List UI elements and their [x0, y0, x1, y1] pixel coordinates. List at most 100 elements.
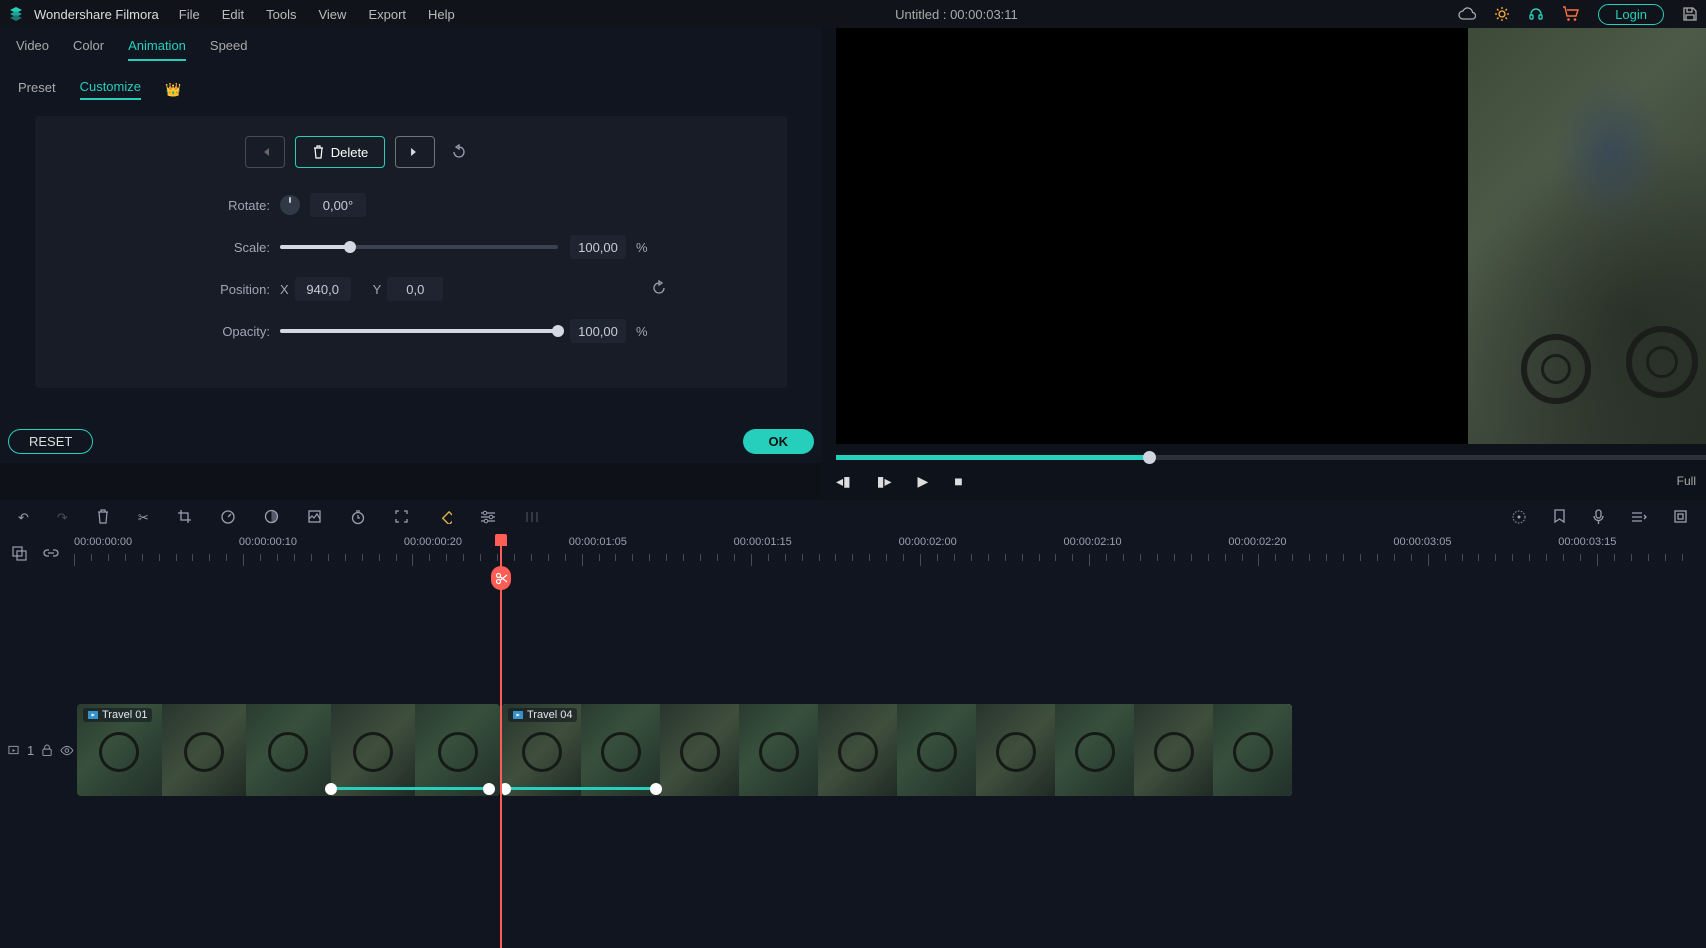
- delete-keyframe-button[interactable]: Delete: [295, 136, 385, 168]
- keyframe-dot[interactable]: [650, 783, 662, 795]
- preview-area: ◂▮ ▮▸ ▶ ■ Full: [822, 28, 1706, 500]
- cart-icon[interactable]: [1562, 6, 1580, 22]
- position-label: Position:: [55, 282, 280, 297]
- ruler-label: 00:00:00:00: [74, 536, 132, 548]
- crop-icon[interactable]: [177, 509, 192, 527]
- scale-value[interactable]: [570, 235, 626, 259]
- snap-icon[interactable]: [1673, 509, 1688, 527]
- timeline-body[interactable]: 1 Travel 01 Travel 04: [0, 590, 1706, 948]
- prev-keyframe-button[interactable]: [245, 136, 285, 168]
- menu-view[interactable]: View: [318, 7, 346, 22]
- reset-button[interactable]: RESET: [8, 429, 93, 454]
- reset-keyframe-icon[interactable]: [451, 144, 467, 160]
- menu-file[interactable]: File: [179, 7, 200, 22]
- scale-row: Scale: %: [55, 234, 767, 260]
- title-bar: Wondershare Filmora File Edit Tools View…: [0, 0, 1706, 28]
- next-frame-button[interactable]: ▮▸: [877, 473, 892, 490]
- opacity-slider[interactable]: [280, 329, 558, 333]
- ruler-label: 00:00:00:20: [404, 536, 462, 548]
- menu-help[interactable]: Help: [428, 7, 455, 22]
- brand-name: Wondershare Filmora: [34, 7, 159, 22]
- clip-travel-01[interactable]: Travel 01: [77, 704, 500, 796]
- tab-customize[interactable]: Customize: [80, 79, 141, 100]
- menu-tools[interactable]: Tools: [266, 7, 296, 22]
- undo-icon[interactable]: ↶: [18, 510, 29, 526]
- split-icon[interactable]: ✂: [138, 510, 149, 526]
- time-ruler[interactable]: 00:00:00:0000:00:00:1000:00:00:2000:00:0…: [74, 536, 1706, 590]
- ok-button[interactable]: OK: [743, 429, 815, 454]
- settings-sparkle-icon[interactable]: [1494, 6, 1510, 22]
- green-screen-icon[interactable]: [307, 509, 322, 527]
- adjust-icon[interactable]: [480, 510, 496, 527]
- save-icon[interactable]: [1682, 6, 1698, 22]
- playback-bar: ◂▮ ▮▸ ▶ ■ Full: [836, 468, 1696, 494]
- clip-label: Travel 01: [83, 708, 152, 722]
- preview-progress[interactable]: [836, 455, 1706, 460]
- tab-color[interactable]: Color: [73, 38, 104, 61]
- redo-icon[interactable]: ↷: [57, 510, 68, 526]
- play-button[interactable]: ▶: [917, 473, 928, 490]
- menu-export[interactable]: Export: [368, 7, 406, 22]
- tab-speed[interactable]: Speed: [210, 38, 248, 61]
- expand-icon[interactable]: [394, 509, 409, 527]
- rotate-dial[interactable]: [280, 195, 300, 215]
- ruler-label: 00:00:03:15: [1558, 536, 1616, 548]
- ruler-label: 00:00:02:10: [1064, 536, 1122, 548]
- duration-icon[interactable]: [350, 509, 366, 528]
- delete-icon[interactable]: [96, 509, 110, 527]
- rotate-value[interactable]: [310, 193, 366, 217]
- brand-logo: [8, 6, 24, 22]
- prev-frame-button[interactable]: ◂▮: [836, 473, 851, 490]
- speed-icon[interactable]: [220, 509, 236, 528]
- tab-video[interactable]: Video: [16, 38, 49, 61]
- playhead[interactable]: [500, 536, 502, 948]
- x-label: X: [280, 282, 289, 297]
- fullscreen-button[interactable]: Full: [1677, 474, 1696, 488]
- project-title: Untitled : 00:00:03:11: [465, 7, 1448, 22]
- link-icon[interactable]: [43, 546, 59, 563]
- track-options-icon[interactable]: [1631, 510, 1647, 527]
- opacity-label: Opacity:: [55, 324, 280, 339]
- position-y-value[interactable]: [387, 277, 443, 301]
- position-row: Position: X Y: [55, 276, 767, 302]
- position-reset-icon[interactable]: [651, 280, 767, 299]
- support-icon[interactable]: [1528, 6, 1544, 22]
- ruler-label: 00:00:01:05: [569, 536, 627, 548]
- wheel-graphic: [1626, 326, 1698, 398]
- media-icon[interactable]: [12, 546, 27, 564]
- ruler-left: [0, 536, 74, 590]
- preview-video[interactable]: [836, 28, 1706, 444]
- visibility-icon[interactable]: [60, 745, 74, 756]
- position-x-value[interactable]: [295, 277, 351, 301]
- ruler-label: 00:00:02:00: [899, 536, 957, 548]
- ruler-label: 00:00:01:15: [734, 536, 792, 548]
- clip-travel-04[interactable]: Travel 04: [502, 704, 1292, 796]
- ruler-label: 00:00:03:05: [1393, 536, 1451, 548]
- keyframe-dot[interactable]: [325, 783, 337, 795]
- audio-mixer-icon[interactable]: [524, 510, 540, 527]
- keyframe-icon[interactable]: [437, 509, 452, 527]
- video-track: 1 Travel 01 Travel 04: [0, 704, 1706, 796]
- marker-icon[interactable]: [1553, 509, 1566, 528]
- tab-animation[interactable]: Animation: [128, 38, 186, 61]
- cloud-icon[interactable]: [1458, 7, 1476, 21]
- lock-icon[interactable]: [42, 744, 52, 757]
- next-keyframe-button[interactable]: [395, 136, 435, 168]
- keyframe-controls: Delete: [245, 136, 767, 168]
- menu-edit[interactable]: Edit: [222, 7, 244, 22]
- property-tabs: Video Color Animation Speed: [0, 28, 822, 71]
- scale-slider[interactable]: [280, 245, 558, 249]
- progress-knob[interactable]: [1143, 451, 1156, 464]
- stop-button[interactable]: ■: [954, 473, 962, 489]
- login-button[interactable]: Login: [1598, 4, 1664, 25]
- render-icon[interactable]: [1511, 509, 1527, 528]
- video-track-icon: [8, 744, 19, 756]
- keyframe-panel: Delete Rotate: Scale: % Position: X Y: [35, 116, 787, 388]
- voiceover-icon[interactable]: [1592, 509, 1605, 528]
- track-head: 1: [0, 704, 74, 796]
- scissors-icon[interactable]: [491, 566, 511, 590]
- keyframe-dot[interactable]: [483, 783, 495, 795]
- tab-preset[interactable]: Preset: [18, 80, 56, 99]
- opacity-value[interactable]: [570, 319, 626, 343]
- color-icon[interactable]: [264, 509, 279, 527]
